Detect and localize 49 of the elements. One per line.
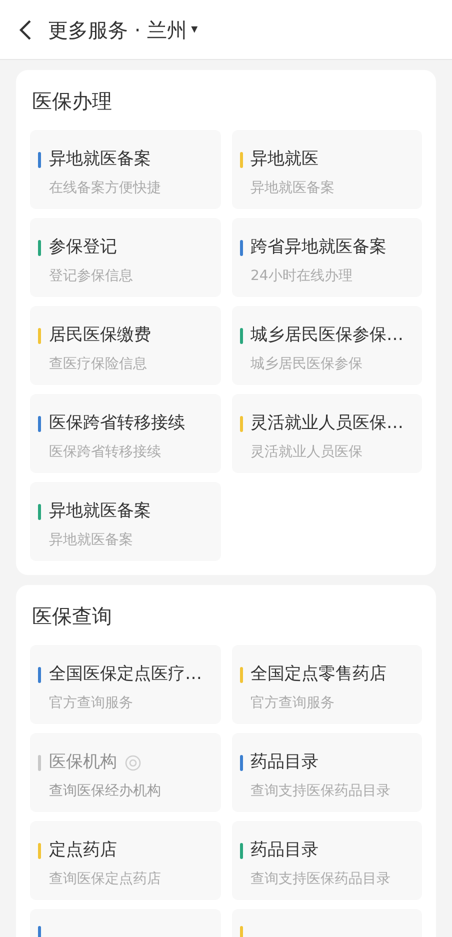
service-tile[interactable]: 居民医保缴费 查医疗保险信息 [30, 306, 220, 385]
service-subtitle: 异地就医备案 [250, 178, 334, 198]
service-title: 医保机构 [49, 751, 117, 774]
service-subtitle: 灵活就业人员医保 [250, 442, 362, 462]
service-tile[interactable]: 异地就医备案 异地就医备案 [30, 482, 220, 561]
service-title: 参保登记 [49, 236, 117, 259]
service-tile[interactable]: 药品目录 查询支持医保药品目录 [232, 821, 422, 900]
service-title: 异地就医备案 [49, 500, 151, 523]
service-tile[interactable]: 医保跨省转移接续 医保跨省转移接续 [30, 394, 220, 473]
service-subtitle: 查医疗保险信息 [49, 354, 147, 374]
service-tile[interactable]: 灵活就业人员医保… 灵活就业人员医保 [232, 394, 422, 473]
service-subtitle: 查询医保定点药店 [49, 870, 161, 888]
back-icon[interactable] [18, 18, 32, 40]
service-subtitle: 查询医保经办机构 [49, 782, 161, 800]
service-tile[interactable]: 全国定点零售药店 官方查询服务 [232, 645, 422, 724]
section-title: 医保办理 [32, 88, 112, 115]
service-tile[interactable]: 城乡居民医保参保… 城乡居民医保参保 [232, 306, 422, 385]
service-title: 城乡居民医保参保… [250, 324, 404, 347]
service-tile[interactable]: 异地就医备案 在线备案方便快捷 [30, 130, 220, 209]
service-subtitle: 24小时在线办理 [250, 266, 352, 286]
service-tile[interactable]: 异地就医 异地就医备案 [232, 130, 422, 209]
service-subtitle: 城乡居民医保参保 [250, 354, 362, 374]
service-title: 异地就医备案 [49, 148, 151, 171]
service-tile[interactable]: 定点药店 查询医保定点药店 [30, 821, 220, 900]
section-title: 医保查询 [32, 603, 112, 630]
service-subtitle: 查询支持医保药品目录 [250, 782, 390, 800]
service-title: 全国定点零售药店 [250, 663, 386, 686]
service-title: 全国医保定点医疗… [49, 663, 202, 686]
service-tile[interactable]: 药品目录 查询支持医保药品目录 [232, 733, 422, 812]
city-dropdown-caret[interactable]: ▾ [191, 20, 198, 40]
service-title: 定点药店 [49, 839, 117, 862]
service-subtitle: 查询支持医保药品目录 [250, 870, 390, 888]
service-subtitle: 登记参保信息 [49, 266, 133, 286]
service-title: 跨省异地就医备案 [250, 236, 386, 259]
service-title: 灵活就业人员医保… [250, 412, 404, 435]
service-tile[interactable]: 全国医保定点医疗… 官方查询服务 [30, 645, 220, 724]
service-subtitle: 在线备案方便快捷 [49, 178, 161, 198]
service-subtitle: 异地就医备案 [49, 530, 133, 550]
service-subtitle: 官方查询服务 [49, 694, 133, 712]
service-tile[interactable]: 参保登记 登记参保信息 [30, 218, 220, 297]
page-title: 更多服务 · 兰州 [48, 16, 188, 44]
service-title: 异地就医 [250, 148, 318, 171]
service-title: 药品目录 [250, 751, 318, 774]
service-subtitle: 官方查询服务 [250, 694, 334, 712]
service-title: 药品目录 [250, 839, 318, 862]
service-subtitle: 医保跨省转移接续 [49, 442, 161, 462]
service-tile[interactable]: 跨省异地就医备案 24小时在线办理 [232, 218, 422, 297]
service-title: 医保跨省转移接续 [49, 412, 185, 435]
service-title: 居民医保缴费 [49, 324, 151, 347]
